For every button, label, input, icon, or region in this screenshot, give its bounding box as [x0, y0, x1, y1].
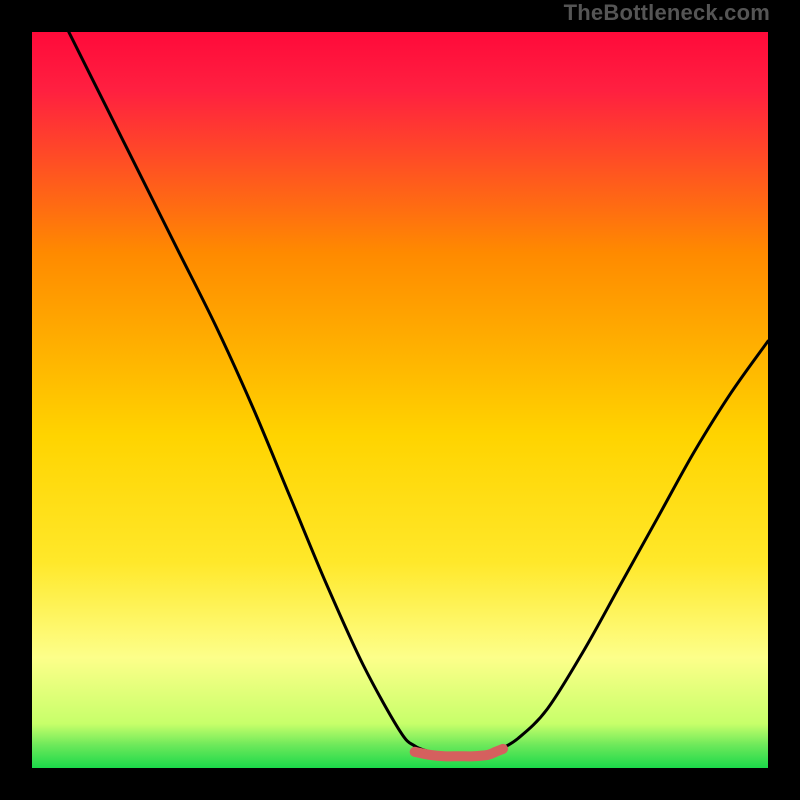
right-curve: [496, 341, 768, 752]
curve-layer: [32, 32, 768, 768]
chart-frame: TheBottleneck.com: [0, 0, 800, 800]
plateau-marker: [415, 749, 503, 756]
plot-area: [32, 32, 768, 768]
watermark-text: TheBottleneck.com: [564, 0, 770, 26]
left-curve: [69, 32, 430, 752]
